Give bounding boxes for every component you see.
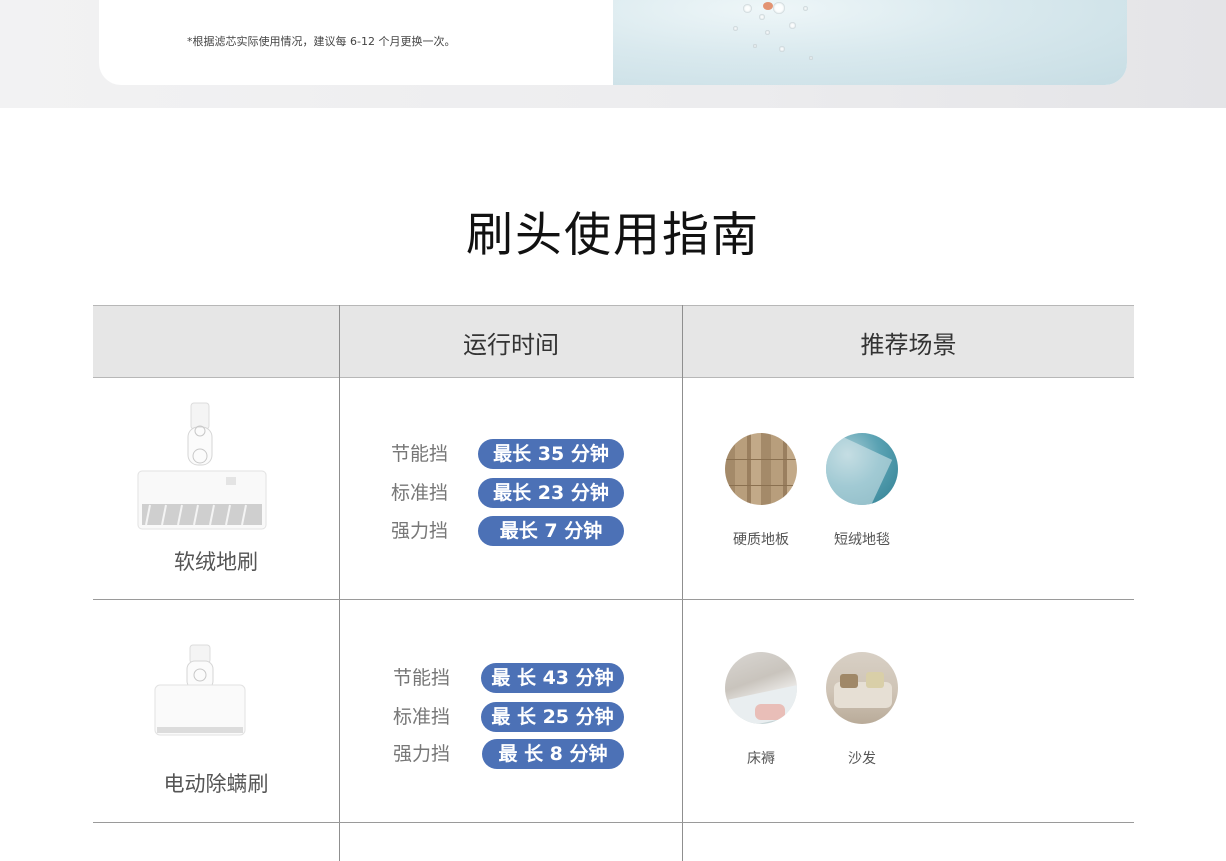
filter-replacement-note: *根据滤芯实际使用情况，建议每 6-12 个月更换一次。 <box>187 35 456 48</box>
column-divider <box>339 305 340 861</box>
mode-row: 节能挡 最长 35 分钟 <box>391 439 631 469</box>
hardwood-floor-icon <box>725 433 797 505</box>
mode-row: 标准挡 最 长 25 分钟 <box>393 702 633 732</box>
row-divider <box>93 599 1134 600</box>
short-carpet-icon <box>826 433 898 505</box>
runtime-pill: 最 长 8 分钟 <box>482 739 624 769</box>
scene-item: 床褥 <box>711 652 811 768</box>
header-runtime: 运行时间 <box>463 331 559 359</box>
runtime-pill: 最长 7 分钟 <box>478 516 624 546</box>
mode-row: 节能挡 最 长 43 分钟 <box>393 663 633 693</box>
runtime-pill: 最 长 43 分钟 <box>481 663 624 693</box>
mode-row: 标准挡 最长 23 分钟 <box>391 478 631 508</box>
mode-label: 节能挡 <box>391 443 449 465</box>
mode-label: 强力挡 <box>391 520 449 542</box>
mite-removal-brush-icon <box>154 644 246 736</box>
scene-item: 短绒地毯 <box>812 433 912 549</box>
scene-label: 短绒地毯 <box>834 532 890 548</box>
mode-label: 强力挡 <box>393 743 451 765</box>
mode-label: 节能挡 <box>393 667 451 689</box>
mode-row: 强力挡 最长 7 分钟 <box>391 516 631 546</box>
mode-label: 标准挡 <box>393 706 451 728</box>
page-title: 刷头使用指南 <box>466 208 760 263</box>
scene-label: 床褥 <box>747 751 775 767</box>
scene-item: 硬质地板 <box>711 433 811 549</box>
table-header-row: 运行时间 推荐场景 <box>93 305 1134 378</box>
filter-water-image <box>613 0 1127 85</box>
scene-label: 沙发 <box>848 751 876 767</box>
mode-row: 强力挡 最 长 8 分钟 <box>393 739 633 769</box>
row-divider <box>93 822 1134 823</box>
header-scenes: 推荐场景 <box>860 331 957 359</box>
runtime-pill: 最长 23 分钟 <box>478 478 624 508</box>
runtime-pill: 最 长 25 分钟 <box>481 702 624 732</box>
brush-name: 电动除螨刷 <box>163 772 269 796</box>
filter-section-band: *根据滤芯实际使用情况，建议每 6-12 个月更换一次。 <box>0 0 1226 108</box>
column-divider <box>682 305 683 861</box>
header-brush <box>93 306 339 378</box>
filter-card: *根据滤芯实际使用情况，建议每 6-12 个月更换一次。 <box>99 0 1127 85</box>
scene-label: 硬质地板 <box>733 532 789 548</box>
brush-name: 软绒地刷 <box>174 550 258 574</box>
sofa-icon <box>826 652 898 724</box>
runtime-pill: 最长 35 分钟 <box>478 439 624 469</box>
soft-floor-brush-icon <box>137 402 267 530</box>
mattress-icon <box>725 652 797 724</box>
mode-label: 标准挡 <box>391 482 449 504</box>
scene-item: 沙发 <box>812 652 912 768</box>
